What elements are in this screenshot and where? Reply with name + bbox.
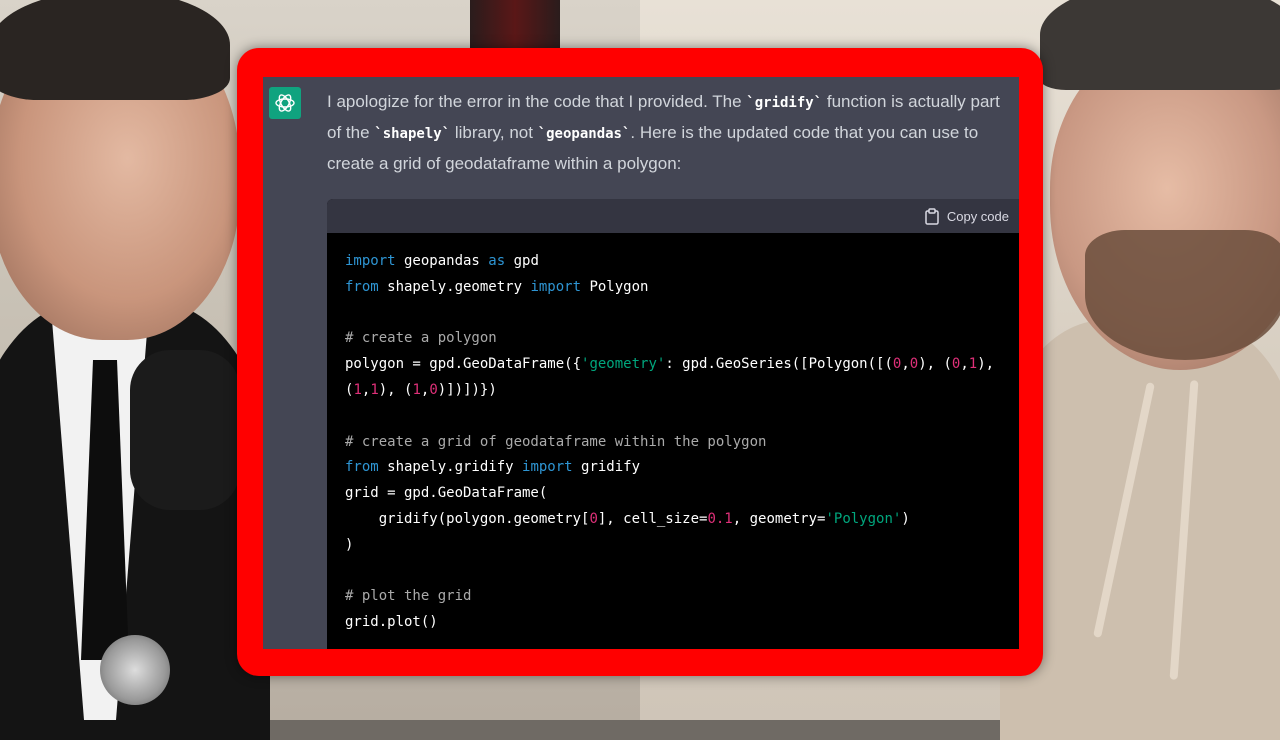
code-token: ), ( [378, 381, 413, 398]
microphone [130, 350, 240, 510]
code-line: gridify(polygon.geometry[0], cell_size=0… [345, 507, 1001, 533]
code-token: 1 [412, 381, 421, 398]
code-token: ) [345, 536, 354, 553]
chatgpt-logo-icon [269, 87, 301, 119]
code-token: ), ( [918, 356, 952, 373]
code-token: 0 [589, 510, 598, 527]
code-block: Copy code import geopandas as gpd from sh… [327, 199, 1019, 649]
code-header: Copy code [327, 199, 1019, 233]
code-token: # create a grid of geodataframe within t… [345, 433, 767, 450]
code-line: from shapely.geometry import Polygon [345, 275, 1001, 301]
inline-code: `geopandas` [537, 126, 631, 142]
code-token: , geometry= [732, 510, 826, 527]
clipboard-icon [925, 207, 939, 225]
code-token: grid.plot() [345, 614, 438, 631]
code-line: # create a polygon [345, 326, 1001, 352]
person-right-beard [1085, 230, 1280, 360]
code-token: polygon = gpd.GeoDataFrame({ [345, 356, 582, 373]
code-token: gpd [505, 253, 539, 269]
code-line: # plot the grid [345, 584, 1001, 610]
code-line: grid = gpd.GeoDataFrame( [345, 481, 1001, 507]
code-line: (1,1), (1,0)])])}) [345, 378, 1001, 404]
code-token: ), [977, 356, 995, 373]
code-token: 0.1 [707, 510, 733, 527]
copy-code-button[interactable]: Copy code [925, 207, 1009, 225]
code-line: grid.plot() [345, 610, 1001, 636]
code-line: ) [345, 533, 1001, 559]
code-token: 1 [353, 381, 362, 398]
code-token: , [960, 356, 969, 373]
message-text: I apologize for the error in the code th… [327, 92, 747, 111]
code-token: 0 [909, 356, 919, 373]
code-token: grid = gpd.GeoDataFrame( [345, 485, 548, 502]
code-token: gridify [572, 459, 641, 476]
code-line: import geopandas as gpd [345, 249, 1001, 275]
code-token: from [345, 278, 379, 295]
code-token: shapely.gridify [378, 459, 523, 476]
code-token: as [488, 253, 506, 269]
mic-stand [470, 0, 560, 50]
code-token: # create a polygon [345, 330, 497, 347]
inline-code: `shapely` [374, 126, 451, 142]
code-token: 'Polygon' [825, 510, 902, 527]
message-text: library, not [450, 123, 538, 142]
code-token: 'geometry' [581, 356, 666, 373]
code-token: 1 [968, 356, 978, 373]
code-line: # create a grid of geodataframe within t… [345, 430, 1001, 456]
code-token: # plot the grid [345, 588, 472, 605]
code-token: gridify(polygon.geometry[ [345, 510, 590, 527]
code-token: ) [901, 510, 910, 527]
code-token: from [345, 459, 379, 476]
wristwatch [100, 635, 170, 705]
code-token: 0 [429, 381, 438, 398]
code-token: : gpd.GeoSeries([Polygon([( [665, 356, 893, 373]
person-left-hair [0, 0, 230, 100]
inline-code: `gridify` [746, 95, 823, 111]
code-token: geopandas [395, 253, 489, 269]
code-line: from shapely.gridify import gridify [345, 455, 1001, 481]
code-token: shapely.geometry [378, 278, 531, 295]
code-line: polygon = gpd.GeoDataFrame({'geometry': … [345, 352, 1001, 378]
person-right-cap [1040, 0, 1280, 90]
code-token: ], cell_size= [597, 510, 708, 527]
code-token: import [345, 253, 396, 269]
code-token: import [530, 278, 582, 295]
code-token: 1 [370, 381, 379, 398]
code-token: Polygon [581, 278, 649, 295]
copy-code-label: Copy code [946, 208, 1009, 224]
code-token: )])])}) [437, 381, 497, 398]
assistant-message: I apologize for the error in the code th… [327, 87, 1017, 179]
chat-message-panel: I apologize for the error in the code th… [263, 77, 1019, 649]
code-token: import [522, 459, 573, 476]
code-body: import geopandas as gpd from shapely.geom… [327, 233, 1019, 649]
code-token: , [901, 356, 910, 373]
